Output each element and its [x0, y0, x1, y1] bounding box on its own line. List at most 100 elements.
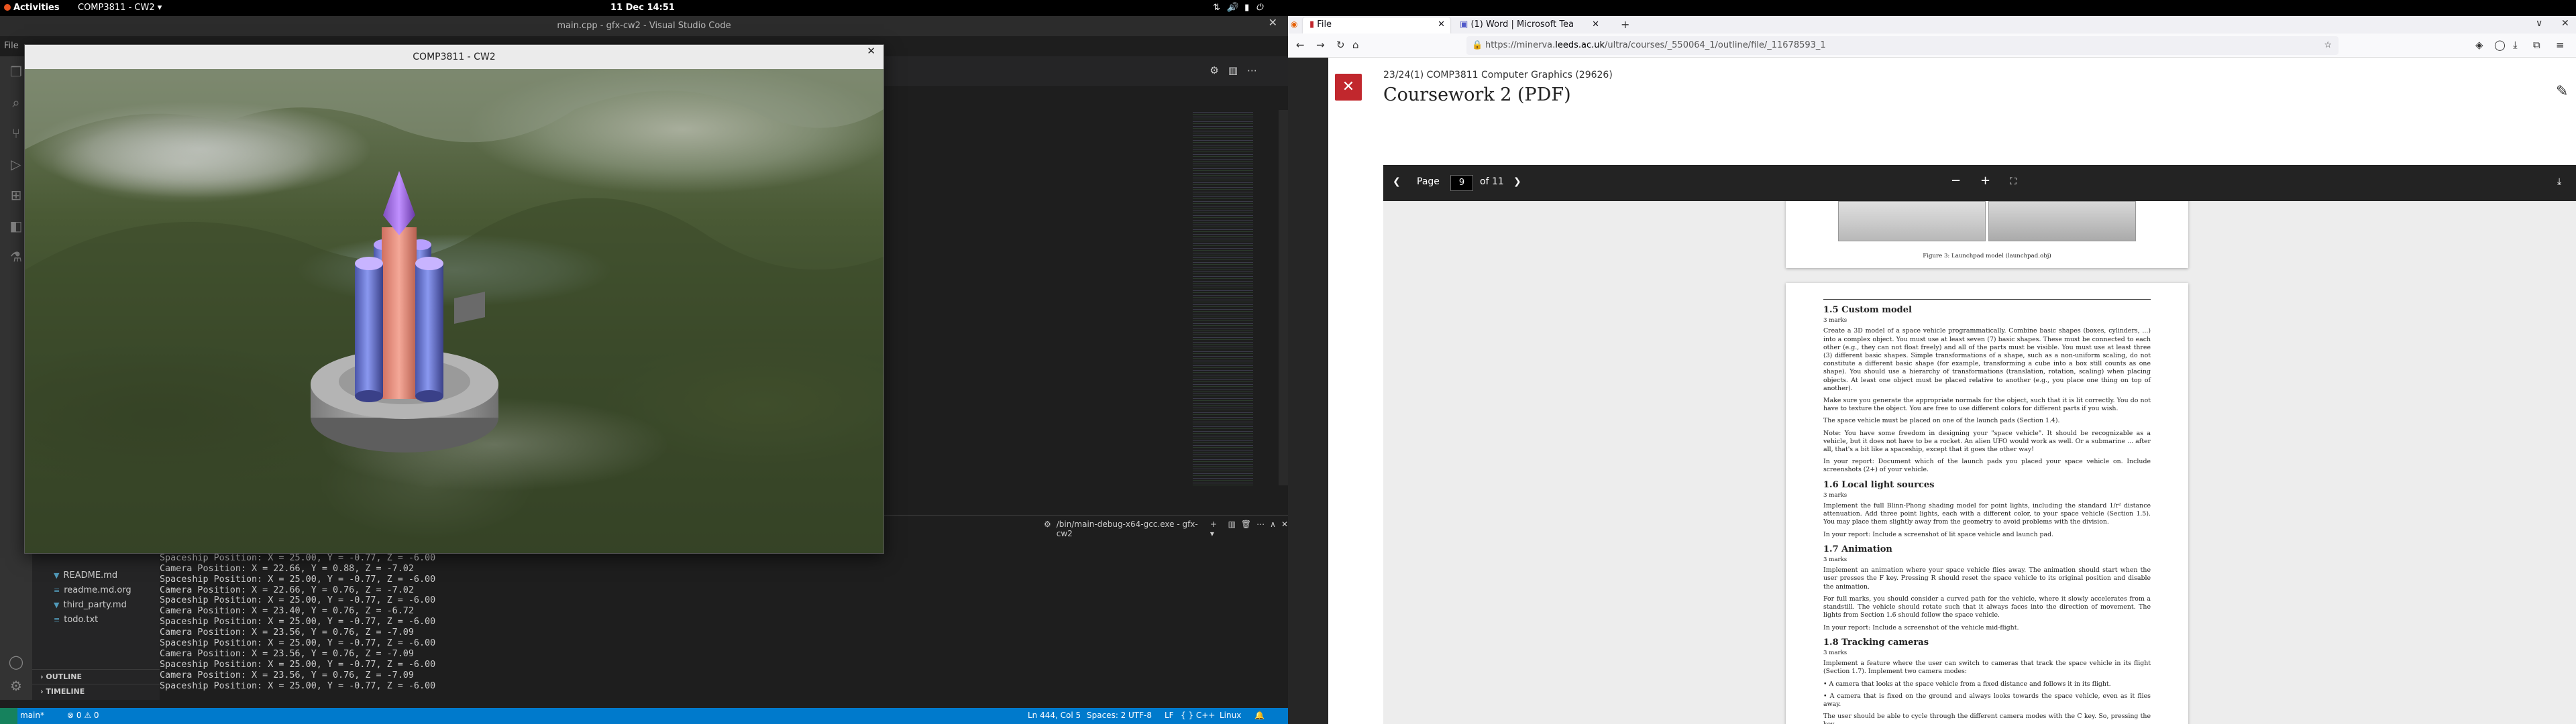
vscode-close-icon[interactable]: ✕ [1269, 16, 1277, 29]
pocket-icon[interactable]: ◈ [2475, 39, 2483, 51]
next-page-icon[interactable]: ❯ [1513, 176, 1521, 187]
reload-icon[interactable]: ↻ [1336, 39, 1345, 51]
teams-favicon-icon: ▣ [1460, 19, 1468, 29]
booster-base [355, 390, 383, 402]
text-file-icon: ≡ [54, 615, 60, 624]
game-window[interactable]: COMP3811 - CW2 ✕ [24, 44, 884, 554]
terminal-line: Spaceship Position: X = 25.00, Y = -0.77… [160, 680, 436, 691]
maximize-panel-icon[interactable]: ∧ [1270, 520, 1276, 538]
explorer-file[interactable]: ▼ README.md [32, 568, 160, 583]
firefox-view-icon[interactable]: ◉ [1291, 19, 1297, 29]
zoom-out-icon[interactable]: − [1951, 174, 1961, 188]
timeline-section[interactable]: › TIMELINE [32, 684, 160, 699]
3d-scene-viewport[interactable] [25, 69, 883, 553]
run-icon[interactable]: ⚙ [1210, 64, 1218, 76]
explorer-file[interactable]: ▼ third_party.md [32, 598, 160, 613]
remote-indicator[interactable] [0, 708, 17, 724]
outline-section[interactable]: › OUTLINE [32, 669, 160, 684]
volume-icon: 🔊 [1226, 3, 1238, 13]
paragraph: Note: You have some freedom in designing… [1823, 429, 2151, 454]
fog-patch [52, 123, 320, 203]
close-panel-button[interactable]: ✕ [1335, 74, 1362, 101]
booster-front-left [355, 263, 383, 396]
downloads-icon[interactable]: ⤓ [2513, 39, 2518, 51]
paragraph: Make sure you generate the appropriate n… [1823, 397, 2151, 413]
clock[interactable]: 11 Dec 14:51 [610, 3, 675, 13]
explorer-file[interactable]: ≡ todo.txt [32, 613, 160, 627]
more-icon[interactable]: ⋯ [1256, 520, 1265, 538]
terminal-selector[interactable]: ⚙ /bin/main-debug-x64-gcc.exe - gfx-cw2 … [1044, 520, 1288, 538]
extensions-icon[interactable]: ⧉ [2533, 39, 2540, 51]
section-marks: 3 marks [1823, 317, 1847, 324]
terminal-line: Camera Position: X = 22.66, Y = 0.88, Z … [160, 563, 414, 574]
kill-terminal-icon[interactable]: 🗑 [1241, 520, 1251, 538]
prev-page-icon[interactable]: ❮ [1393, 176, 1401, 187]
cursor-position[interactable]: Ln 444, Col 5 [1028, 711, 1081, 720]
booster-base [415, 390, 443, 402]
language-mode[interactable]: { } C++ [1181, 711, 1215, 720]
indentation[interactable]: Spaces: 2 [1087, 711, 1126, 720]
page-content: ✕ 23/24(1) COMP3811 Computer Graphics (2… [1288, 58, 2576, 724]
minimap[interactable] [1193, 110, 1253, 485]
pdf-toolbar: ❮ Page 9 of 11 ❯ − + ⛶ ⤓ [1383, 165, 2576, 201]
vscode-title: main.cpp - gfx-cw2 - Visual Studio Code [0, 16, 1288, 36]
os-indicator[interactable]: Linux [1220, 711, 1241, 720]
back-icon[interactable]: ← [1296, 39, 1305, 51]
explorer-file[interactable]: ≡ readme.md.org [32, 583, 160, 598]
url-bar[interactable]: 🔒 https://minerva.leeds.ac.uk/ultra/cour… [1466, 36, 2339, 55]
add-terminal-icon[interactable]: + ▾ [1210, 520, 1223, 538]
zoom-in-icon[interactable]: + [1980, 174, 1990, 188]
paragraph: The user should be able to cycle through… [1823, 713, 2151, 724]
menu-icon[interactable]: ≡ [2556, 39, 2565, 51]
course-breadcrumb[interactable]: 23/24(1) COMP3811 Computer Graphics (296… [1383, 70, 1613, 80]
terminal-output[interactable]: Camera Position: X = 22.60, Y = 1.00, Z … [160, 542, 435, 691]
home-icon[interactable]: ⌂ [1352, 39, 1359, 51]
section-marks: 3 marks [1823, 649, 1847, 656]
notifications-icon[interactable]: 🔔 [1254, 711, 1265, 720]
eol[interactable]: LF [1165, 711, 1174, 720]
document-panel: ✕ 23/24(1) COMP3811 Computer Graphics (2… [1328, 58, 2576, 724]
tab-file[interactable]: ▮ File ✕ [1303, 17, 1450, 34]
app-menu[interactable]: COMP3811 - CW2 ▾ [78, 3, 162, 13]
close-tab-icon[interactable]: ✕ [1592, 17, 1599, 32]
encoding[interactable]: UTF-8 [1128, 711, 1152, 720]
fullscreen-icon[interactable]: ⛶ [2010, 176, 2017, 187]
paragraph: For full marks, you should consider a cu… [1823, 595, 2151, 619]
more-actions-icon[interactable]: ⋯ [1247, 64, 1257, 76]
close-tab-icon[interactable]: ✕ [1438, 17, 1445, 32]
branch-indicator[interactable]: main* [20, 711, 44, 720]
activities-button[interactable]: Activities [4, 3, 60, 13]
terminal-line: Camera Position: X = 23.56, Y = 0.76, Z … [160, 627, 414, 638]
forward-icon[interactable]: → [1316, 39, 1325, 51]
terminal-icon: ⚙ [1044, 520, 1051, 529]
menu-file[interactable]: File [0, 36, 27, 56]
game-close-icon[interactable]: ✕ [867, 45, 875, 57]
terminal-line: Spaceship Position: X = 25.00, Y = -0.77… [160, 595, 436, 606]
window-close-icon[interactable]: ✕ [2561, 18, 2569, 29]
system-tray[interactable]: ⇅ 🔊 ▮ ⏻ [1213, 3, 1263, 13]
bookmark-star-icon[interactable]: ☆ [2324, 36, 2332, 55]
booster-front-right [415, 263, 443, 396]
rocket-body [382, 227, 417, 399]
settings-gear-icon[interactable]: ⚙ [0, 670, 32, 701]
split-editor-icon[interactable]: ▥ [1228, 64, 1238, 76]
editor-scrollbar[interactable] [1279, 110, 1288, 485]
tab-teams[interactable]: ▣ (1) Word | Microsoft Tea ✕ [1453, 17, 1605, 34]
new-tab-icon[interactable]: + [1621, 18, 1629, 31]
markdown-icon: ▼ [54, 571, 60, 580]
close-panel-icon[interactable]: ✕ [1281, 520, 1288, 538]
split-terminal-icon[interactable]: ▥ [1228, 520, 1236, 538]
terminal-line: Spaceship Position: X = 25.00, Y = -0.77… [160, 552, 436, 563]
pdf-viewer: ❮ Page 9 of 11 ❯ − + ⛶ ⤓ Figure 3: Launc… [1383, 165, 2576, 724]
gnome-top-bar: Activities COMP3811 - CW2 ▾ 11 Dec 14:51… [0, 0, 2576, 16]
download-icon[interactable]: ⤓ [2557, 176, 2561, 187]
section-heading: 1.7 Animation [1823, 544, 1892, 554]
ai-design-icon[interactable]: ✎ [2556, 83, 2568, 100]
list-tabs-icon[interactable]: ∨ [2536, 18, 2542, 29]
pdf-pages[interactable]: Figure 3: Launchpad model (launchpad.obj… [1383, 201, 2576, 724]
pdf-page-prev: Figure 3: Launchpad model (launchpad.obj… [1786, 201, 2188, 268]
paragraph: Implement a feature where the user can s… [1823, 660, 2151, 676]
account-icon[interactable]: ◯ [2494, 39, 2506, 51]
page-number-input[interactable]: 9 [1450, 175, 1473, 191]
problems-indicator[interactable]: ⊗ 0 ⚠ 0 [67, 711, 99, 720]
